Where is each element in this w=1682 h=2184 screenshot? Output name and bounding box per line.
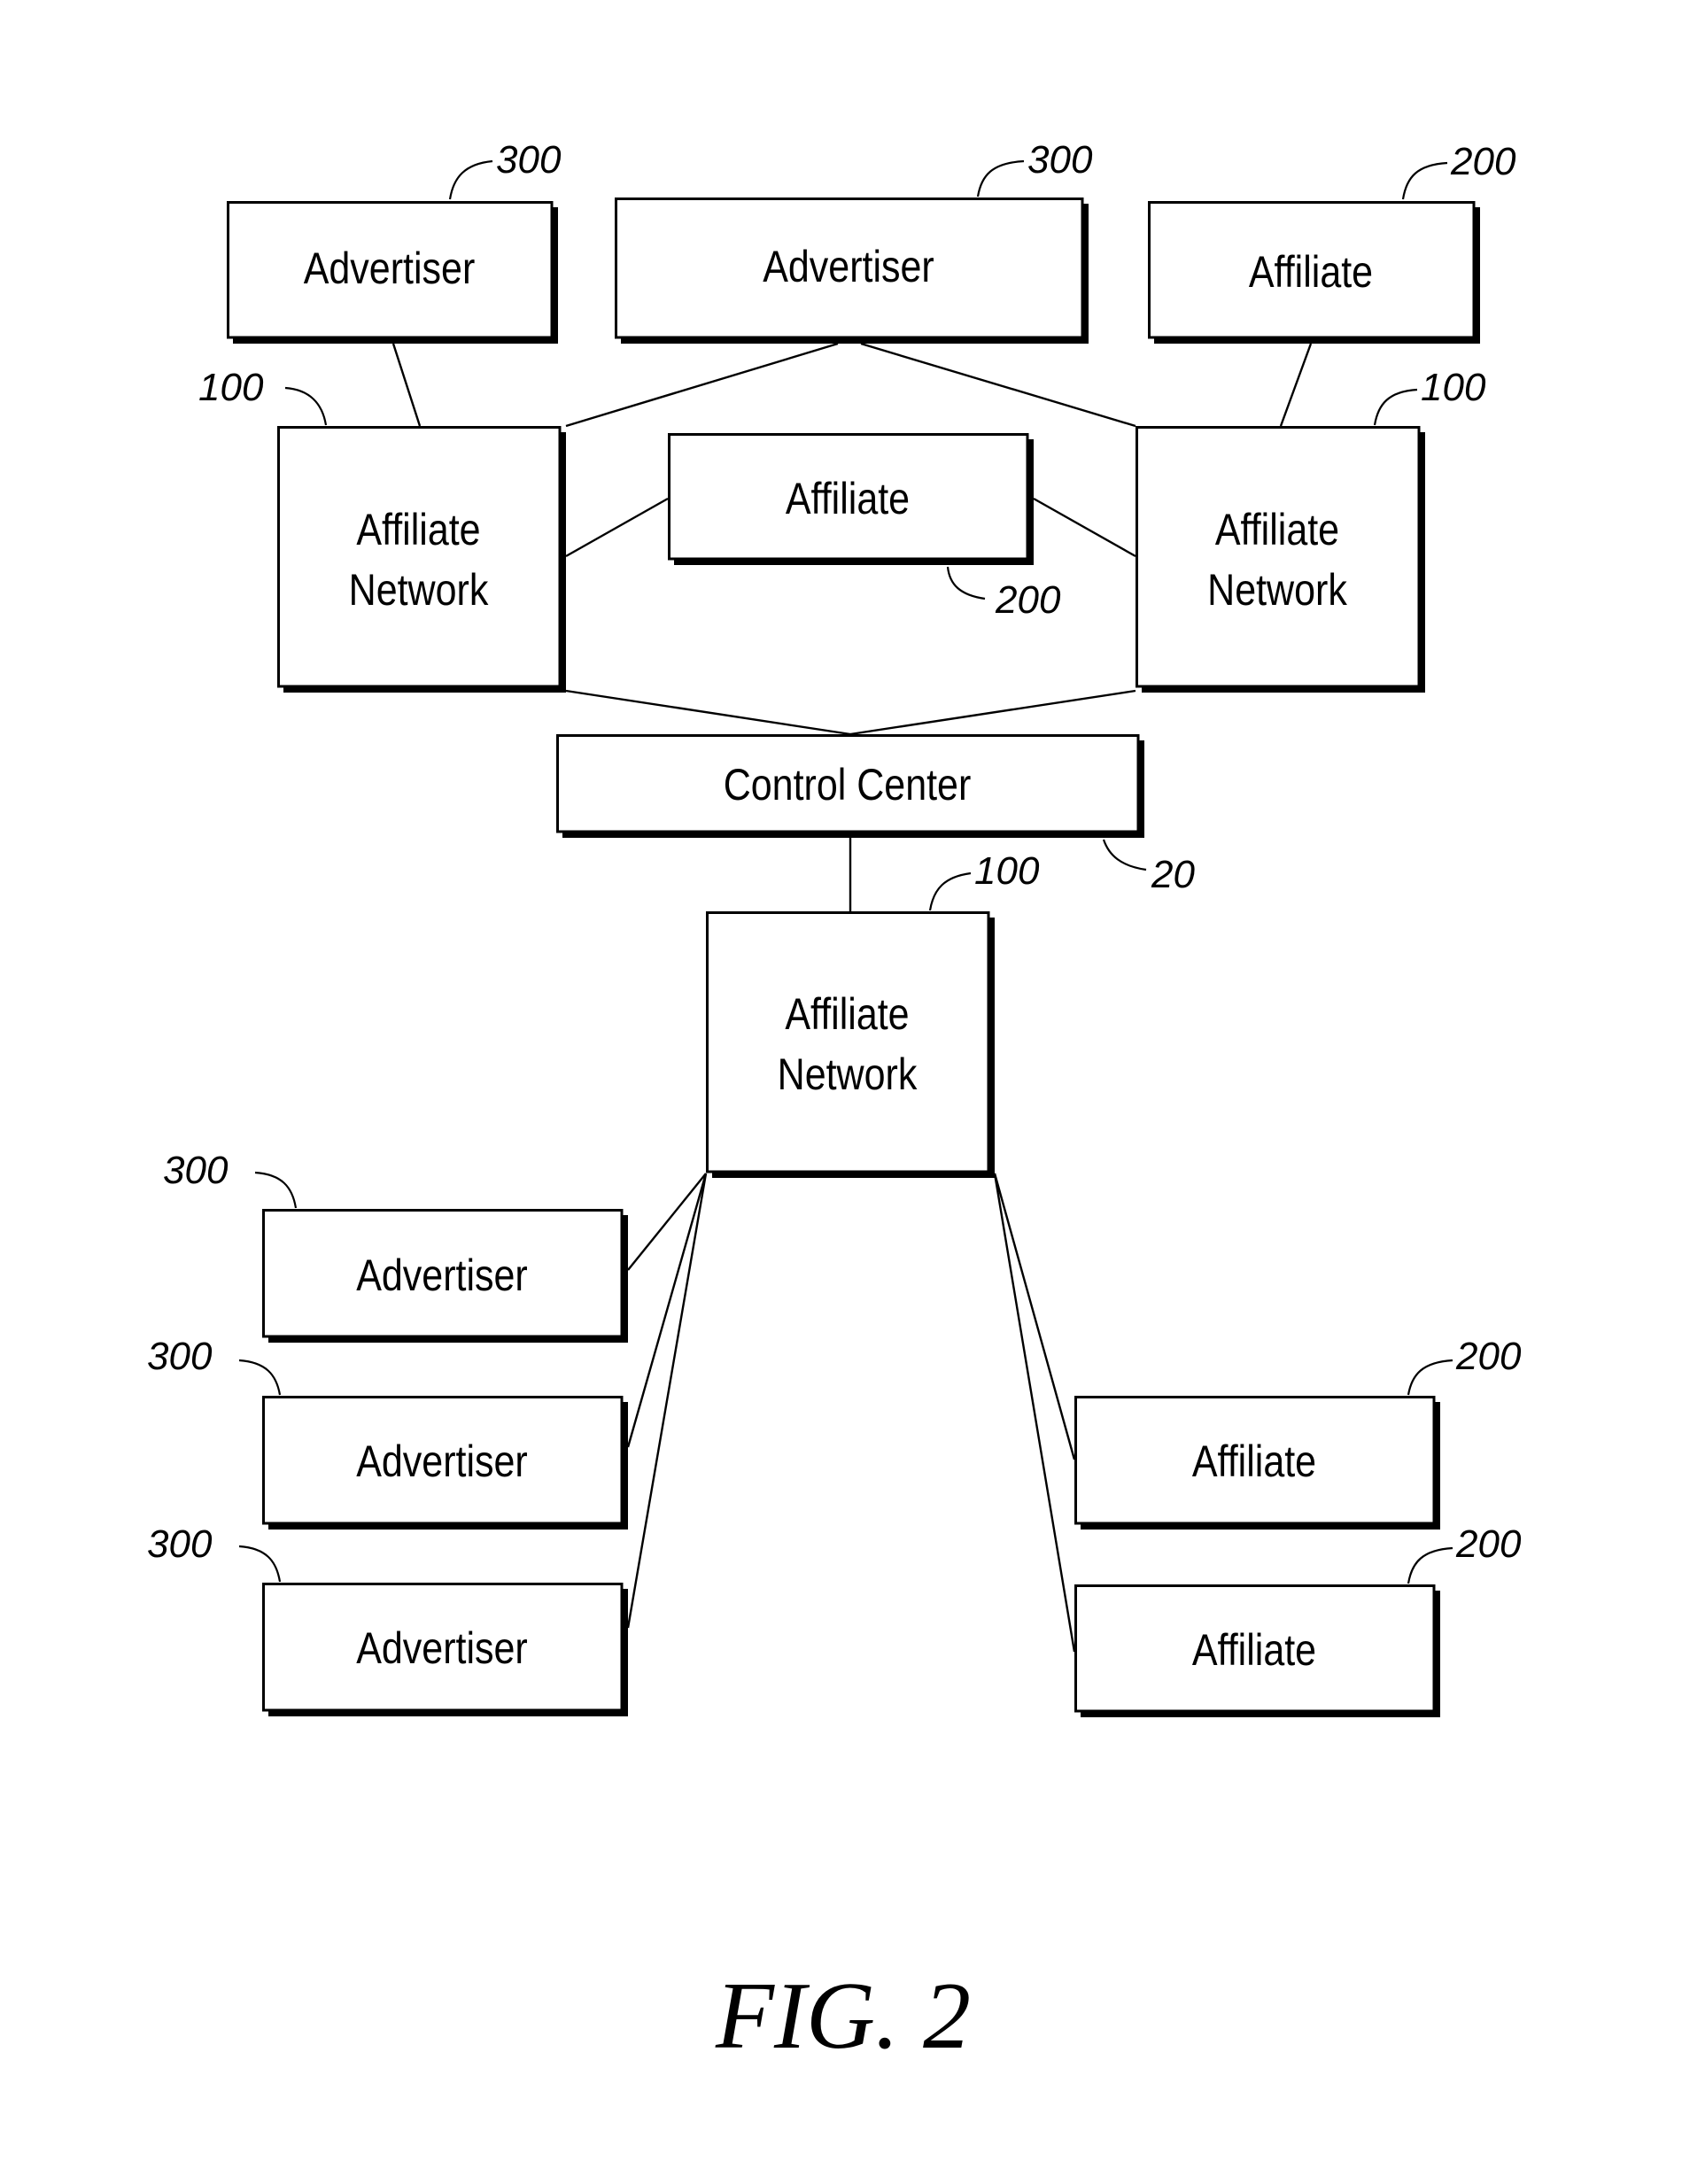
reference-numeral-aff-top-right: 200 [1450, 140, 1516, 183]
reference-numeral-adv-bottom-1: 300 [163, 1149, 229, 1192]
node-adv-bottom-1: Advertiser [262, 1209, 628, 1343]
connector-aff-top-right-to-an-right [1279, 343, 1313, 427]
node-label: Affiliate [1192, 1625, 1316, 1675]
node-label: Network [349, 565, 489, 615]
connector-an-left-to-control-center [565, 689, 851, 736]
node-an-left: Affiliate Network [277, 426, 566, 693]
reference-leader-an-left [284, 386, 328, 426]
node-label: Control Center [724, 760, 972, 809]
reference-leader-aff-top-right [1401, 161, 1448, 200]
connector-adv-top-center-to-an-right [860, 342, 1136, 428]
node-label: Network [778, 1049, 918, 1099]
reference-numeral-an-bottom: 100 [974, 849, 1040, 893]
node-label: Network [1207, 565, 1347, 615]
reference-leaders: 300 300 200 100 200 100 20 100 300 300 300 200 200 [147, 138, 1522, 1584]
node-aff-middle: Affiliate [668, 433, 1034, 565]
node-label: Advertiser [763, 242, 934, 291]
node-aff-bottom-1: Affiliate [1074, 1396, 1440, 1530]
node-label: Advertiser [356, 1251, 528, 1300]
reference-numeral-an-left: 100 [198, 366, 264, 409]
node-label: Affiliate [1192, 1437, 1316, 1486]
reference-numeral-aff-middle: 200 [995, 578, 1061, 622]
connector-adv-top-center-to-an-left [565, 342, 839, 428]
node-label: Advertiser [356, 1623, 528, 1673]
connector-an-right-to-control-center [849, 689, 1136, 736]
reference-numeral-control-center: 20 [1151, 853, 1195, 896]
nodes: Advertiser Advertiser Affiliate Affiliate Ne… [227, 197, 1480, 1717]
connector-an-bottom-to-adv-bottom-1 [627, 1173, 707, 1271]
node-adv-bottom-2: Advertiser [262, 1396, 628, 1530]
reference-numeral-aff-bottom-2: 200 [1455, 1522, 1522, 1566]
figure-caption: FIG. 2 [715, 1963, 971, 2069]
reference-numeral-adv-top-center: 300 [1027, 138, 1093, 182]
node-adv-top-left: Advertiser [227, 201, 558, 344]
node-adv-bottom-3: Advertiser [262, 1583, 628, 1716]
node-an-bottom: Affiliate Network [706, 911, 995, 1178]
node-label: Advertiser [356, 1437, 528, 1486]
affiliate-network-diagram: 300 300 200 100 200 100 20 100 300 300 300 200 200 A… [147, 138, 1522, 2069]
connector-aff-middle-to-an-right [1033, 497, 1136, 558]
connector-an-left-to-aff-middle [565, 497, 669, 558]
connector-an-bottom-to-aff-bottom-2 [993, 1173, 1076, 1653]
node-label: Affiliate [356, 505, 480, 554]
reference-leader-adv-bottom-2 [238, 1359, 282, 1396]
node-control-center: Control Center [556, 734, 1144, 838]
node-label: Affiliate [785, 989, 909, 1039]
node-an-right: Affiliate Network [1136, 426, 1425, 693]
reference-leader-an-right [1373, 388, 1418, 426]
connector-an-bottom-to-adv-bottom-3 [626, 1173, 708, 1629]
reference-numeral-an-right: 100 [1421, 366, 1486, 409]
reference-numeral-aff-bottom-1: 200 [1455, 1335, 1522, 1378]
node-adv-top-center: Advertiser [615, 197, 1089, 344]
reference-leader-adv-bottom-3 [238, 1545, 282, 1583]
node-aff-bottom-2: Affiliate [1074, 1584, 1440, 1717]
reference-numeral-adv-bottom-2: 300 [147, 1335, 213, 1378]
reference-leader-aff-bottom-2 [1407, 1546, 1453, 1584]
reference-leader-aff-middle [946, 566, 986, 600]
reference-numeral-adv-top-left: 300 [496, 138, 562, 182]
node-box [277, 426, 562, 688]
reference-leader-an-bottom [928, 871, 972, 911]
reference-leader-adv-top-center [976, 159, 1025, 197]
connector-adv-top-left-to-an-left [391, 343, 422, 427]
reference-numeral-adv-bottom-3: 300 [147, 1522, 213, 1566]
node-label: Affiliate [1249, 247, 1373, 297]
reference-leader-aff-bottom-1 [1407, 1359, 1453, 1396]
node-box [1136, 426, 1421, 688]
node-label: Affiliate [1215, 505, 1339, 554]
reference-leader-control-center [1102, 839, 1147, 871]
reference-leader-adv-top-left [448, 159, 493, 200]
node-aff-top-right: Affiliate [1148, 201, 1480, 344]
node-label: Advertiser [304, 244, 476, 293]
node-box [706, 911, 990, 1173]
reference-leader-adv-bottom-1 [254, 1171, 298, 1209]
node-label: Affiliate [786, 474, 910, 523]
